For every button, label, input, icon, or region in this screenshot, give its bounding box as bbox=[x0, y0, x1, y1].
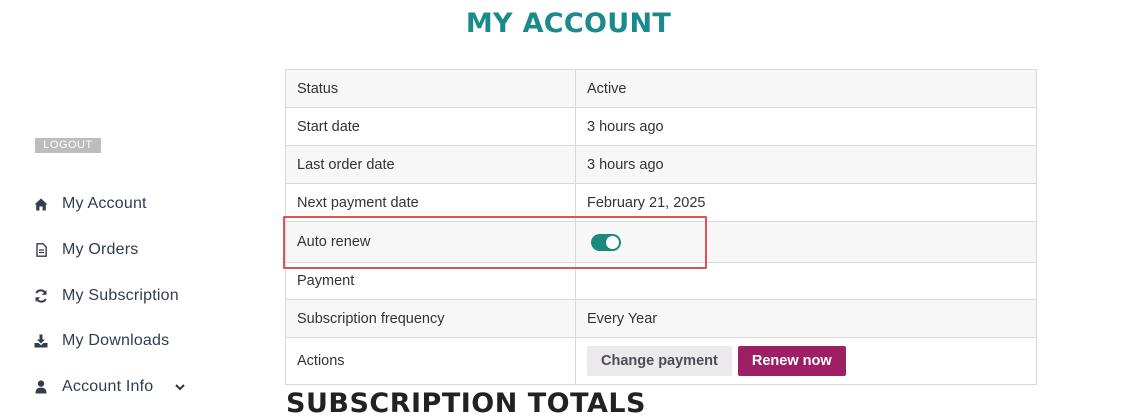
sidebar-item-label: My Orders bbox=[62, 241, 139, 258]
row-value: Active bbox=[575, 69, 1037, 108]
download-icon bbox=[34, 334, 48, 348]
table-row: Subscription frequency Every Year bbox=[285, 299, 1037, 338]
subscription-totals-heading: SUBSCRIPTION TOTALS bbox=[286, 388, 646, 419]
row-key: Next payment date bbox=[285, 183, 576, 222]
table-row: Last order date 3 hours ago bbox=[285, 145, 1037, 184]
row-key: Payment bbox=[285, 262, 576, 300]
sidebar-item-label: My Subscription bbox=[62, 287, 179, 304]
row-key: Status bbox=[285, 69, 576, 108]
row-key: Subscription frequency bbox=[285, 299, 576, 338]
home-icon bbox=[34, 197, 48, 211]
row-value: Change payment Renew now bbox=[575, 337, 1037, 385]
row-value bbox=[575, 262, 1037, 300]
auto-renew-toggle[interactable] bbox=[591, 233, 621, 251]
table-row: Start date 3 hours ago bbox=[285, 107, 1037, 146]
user-icon bbox=[34, 380, 48, 394]
table-row: Status Active bbox=[285, 69, 1037, 108]
subscription-details-table: Status Active Start date 3 hours ago Las… bbox=[285, 69, 1037, 385]
refresh-icon bbox=[34, 289, 48, 303]
row-value bbox=[575, 221, 1037, 263]
sidebar-item-my-orders[interactable]: My Orders bbox=[34, 238, 138, 262]
sidebar-item-my-account[interactable]: My Account bbox=[34, 192, 147, 216]
sidebar-item-label: My Downloads bbox=[62, 332, 170, 349]
toggle-knob bbox=[606, 235, 619, 249]
table-row: Actions Change payment Renew now bbox=[285, 337, 1037, 385]
page-title: MY ACCOUNT bbox=[465, 8, 672, 39]
row-key: Auto renew bbox=[285, 221, 576, 263]
document-icon bbox=[34, 243, 48, 257]
table-row: Auto renew bbox=[285, 221, 1037, 263]
renew-now-button[interactable]: Renew now bbox=[737, 346, 846, 376]
table-row: Payment bbox=[285, 262, 1037, 300]
change-payment-button[interactable]: Change payment bbox=[587, 346, 732, 376]
row-key: Start date bbox=[285, 107, 576, 146]
row-key: Actions bbox=[285, 337, 576, 385]
row-value: 3 hours ago bbox=[575, 107, 1037, 146]
sidebar-item-label: My Account bbox=[62, 195, 147, 212]
chevron-down-icon[interactable] bbox=[175, 383, 186, 391]
table-row: Next payment date February 21, 2025 bbox=[285, 183, 1037, 222]
sidebar-item-account-info[interactable]: Account Info bbox=[34, 375, 186, 399]
sidebar-item-label: Account Info bbox=[62, 378, 154, 395]
logout-button[interactable]: LOGOUT bbox=[35, 138, 101, 153]
row-value: 3 hours ago bbox=[575, 145, 1037, 184]
row-value: Every Year bbox=[575, 299, 1037, 338]
sidebar-item-my-subscription[interactable]: My Subscription bbox=[34, 284, 179, 308]
row-key: Last order date bbox=[285, 145, 576, 184]
sidebar-item-my-downloads[interactable]: My Downloads bbox=[34, 329, 169, 353]
row-value: February 21, 2025 bbox=[575, 183, 1037, 222]
